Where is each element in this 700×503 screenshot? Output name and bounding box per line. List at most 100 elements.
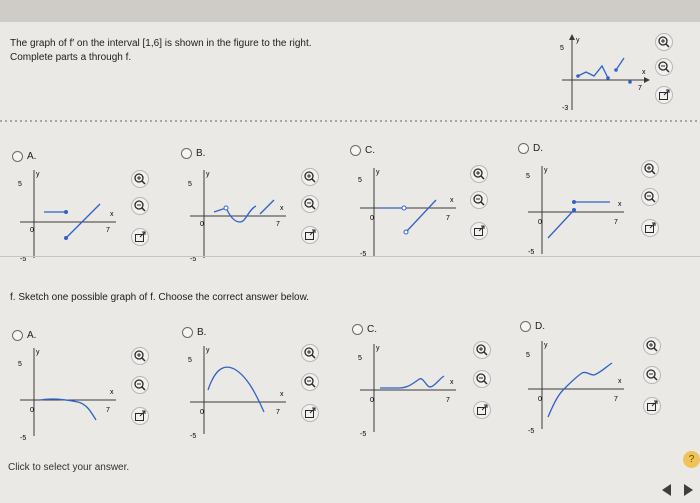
radio-icon[interactable] bbox=[12, 330, 23, 341]
open-window-button[interactable] bbox=[301, 226, 319, 244]
svg-text:x: x bbox=[110, 211, 114, 218]
option-a-f[interactable]: A. bbox=[12, 330, 36, 341]
svg-text:5: 5 bbox=[18, 181, 22, 188]
svg-text:-5: -5 bbox=[528, 428, 534, 435]
option-d-f[interactable]: D. bbox=[520, 321, 545, 332]
option-a-top[interactable]: A. bbox=[12, 151, 36, 162]
svg-text:5: 5 bbox=[358, 177, 362, 184]
svg-text:7: 7 bbox=[276, 221, 280, 228]
graph-point bbox=[628, 80, 632, 84]
svg-text:x: x bbox=[618, 378, 622, 385]
question-line-2: Complete parts a through f. bbox=[10, 52, 132, 63]
option-d-top[interactable]: D. bbox=[518, 143, 543, 154]
svg-text:y: y bbox=[376, 345, 380, 352]
svg-text:0: 0 bbox=[370, 397, 374, 404]
radio-icon[interactable] bbox=[12, 151, 23, 162]
option-label: D. bbox=[535, 321, 545, 332]
zoom-in-button[interactable] bbox=[655, 33, 673, 51]
svg-text:7: 7 bbox=[446, 215, 450, 222]
zoom-out-button[interactable] bbox=[641, 188, 659, 206]
graph-option-d-f: 5 -5 y x 7 0 bbox=[526, 341, 624, 435]
graph-point bbox=[576, 74, 580, 78]
option-c-f[interactable]: C. bbox=[352, 324, 377, 335]
x-label: x bbox=[642, 69, 646, 76]
open-window-button[interactable] bbox=[131, 407, 149, 425]
zoom-out-button[interactable] bbox=[131, 197, 149, 215]
svg-text:7: 7 bbox=[614, 396, 618, 403]
svg-text:5: 5 bbox=[188, 357, 192, 364]
open-window-button[interactable] bbox=[655, 86, 673, 104]
graph-option-b-top: 5 -5 y x 7 0 bbox=[188, 170, 286, 263]
svg-text:5: 5 bbox=[526, 173, 530, 180]
zoom-in-button[interactable] bbox=[643, 337, 661, 355]
option-c-top[interactable]: C. bbox=[350, 145, 375, 156]
radio-icon[interactable] bbox=[350, 145, 361, 156]
open-window-button[interactable] bbox=[470, 222, 488, 240]
fprime-curve bbox=[577, 64, 609, 79]
open-window-button[interactable] bbox=[643, 397, 661, 415]
help-button[interactable]: ? bbox=[683, 451, 700, 468]
svg-text:5: 5 bbox=[526, 352, 530, 359]
zoom-out-button[interactable] bbox=[301, 373, 319, 391]
svg-text:y: y bbox=[376, 169, 380, 176]
open-window-button[interactable] bbox=[641, 219, 659, 237]
zoom-out-button[interactable] bbox=[131, 376, 149, 394]
open-window-button[interactable] bbox=[473, 401, 491, 419]
zoom-out-button[interactable] bbox=[301, 195, 319, 213]
zoom-out-button[interactable] bbox=[473, 370, 491, 388]
graph-point bbox=[614, 68, 618, 72]
next-arrow-icon[interactable] bbox=[684, 484, 693, 496]
footer-instruction: Click to select your answer. bbox=[8, 462, 130, 473]
svg-text:0: 0 bbox=[200, 221, 204, 228]
zoom-out-button[interactable] bbox=[655, 58, 673, 76]
y-tick-bottom: -3 bbox=[562, 105, 568, 112]
section-divider bbox=[0, 120, 700, 122]
svg-text:-5: -5 bbox=[190, 256, 196, 263]
zoom-in-button[interactable] bbox=[641, 160, 659, 178]
svg-text:0: 0 bbox=[538, 219, 542, 226]
radio-icon[interactable] bbox=[182, 327, 193, 338]
previous-arrow-icon[interactable] bbox=[662, 484, 671, 496]
open-window-button[interactable] bbox=[301, 404, 319, 422]
graph-point bbox=[606, 76, 610, 80]
option-b-f[interactable]: B. bbox=[182, 327, 206, 338]
zoom-in-button[interactable] bbox=[473, 341, 491, 359]
radio-icon[interactable] bbox=[352, 324, 363, 335]
svg-text:7: 7 bbox=[614, 219, 618, 226]
option-label: A. bbox=[27, 151, 37, 162]
svg-text:x: x bbox=[110, 389, 114, 396]
x-tick: 7 bbox=[638, 85, 642, 92]
zoom-out-button[interactable] bbox=[643, 366, 661, 384]
zoom-in-button[interactable] bbox=[470, 165, 488, 183]
svg-text:-5: -5 bbox=[20, 256, 26, 263]
svg-text:x: x bbox=[450, 379, 454, 386]
svg-text:-5: -5 bbox=[360, 431, 366, 438]
svg-text:x: x bbox=[450, 197, 454, 204]
radio-icon[interactable] bbox=[520, 321, 531, 332]
question-text: The graph of f′ on the interval [1,6] is… bbox=[10, 37, 312, 65]
svg-text:7: 7 bbox=[106, 227, 110, 234]
zoom-in-button[interactable] bbox=[131, 170, 149, 188]
svg-text:7: 7 bbox=[106, 407, 110, 414]
radio-icon[interactable] bbox=[518, 143, 529, 154]
svg-text:x: x bbox=[280, 205, 284, 212]
zoom-in-button[interactable] bbox=[301, 168, 319, 186]
svg-text:y: y bbox=[206, 171, 210, 178]
graph-option-c-f: 5 -5 y x 7 0 bbox=[358, 344, 456, 438]
svg-text:0: 0 bbox=[538, 396, 542, 403]
option-label: B. bbox=[196, 148, 206, 159]
zoom-out-button[interactable] bbox=[470, 191, 488, 209]
zoom-in-button[interactable] bbox=[131, 347, 149, 365]
svg-text:-5: -5 bbox=[528, 249, 534, 256]
option-b-top[interactable]: B. bbox=[181, 148, 205, 159]
zoom-in-button[interactable] bbox=[301, 344, 319, 362]
open-window-button[interactable] bbox=[131, 228, 149, 246]
svg-text:7: 7 bbox=[276, 409, 280, 416]
fprime-segment bbox=[615, 57, 625, 71]
y-label: y bbox=[576, 37, 580, 44]
svg-text:y: y bbox=[544, 167, 548, 174]
radio-icon[interactable] bbox=[181, 148, 192, 159]
graph-option-d-top: 5 -5 y x 7 0 bbox=[526, 166, 624, 256]
option-label: B. bbox=[197, 327, 207, 338]
top-bar bbox=[0, 0, 700, 22]
